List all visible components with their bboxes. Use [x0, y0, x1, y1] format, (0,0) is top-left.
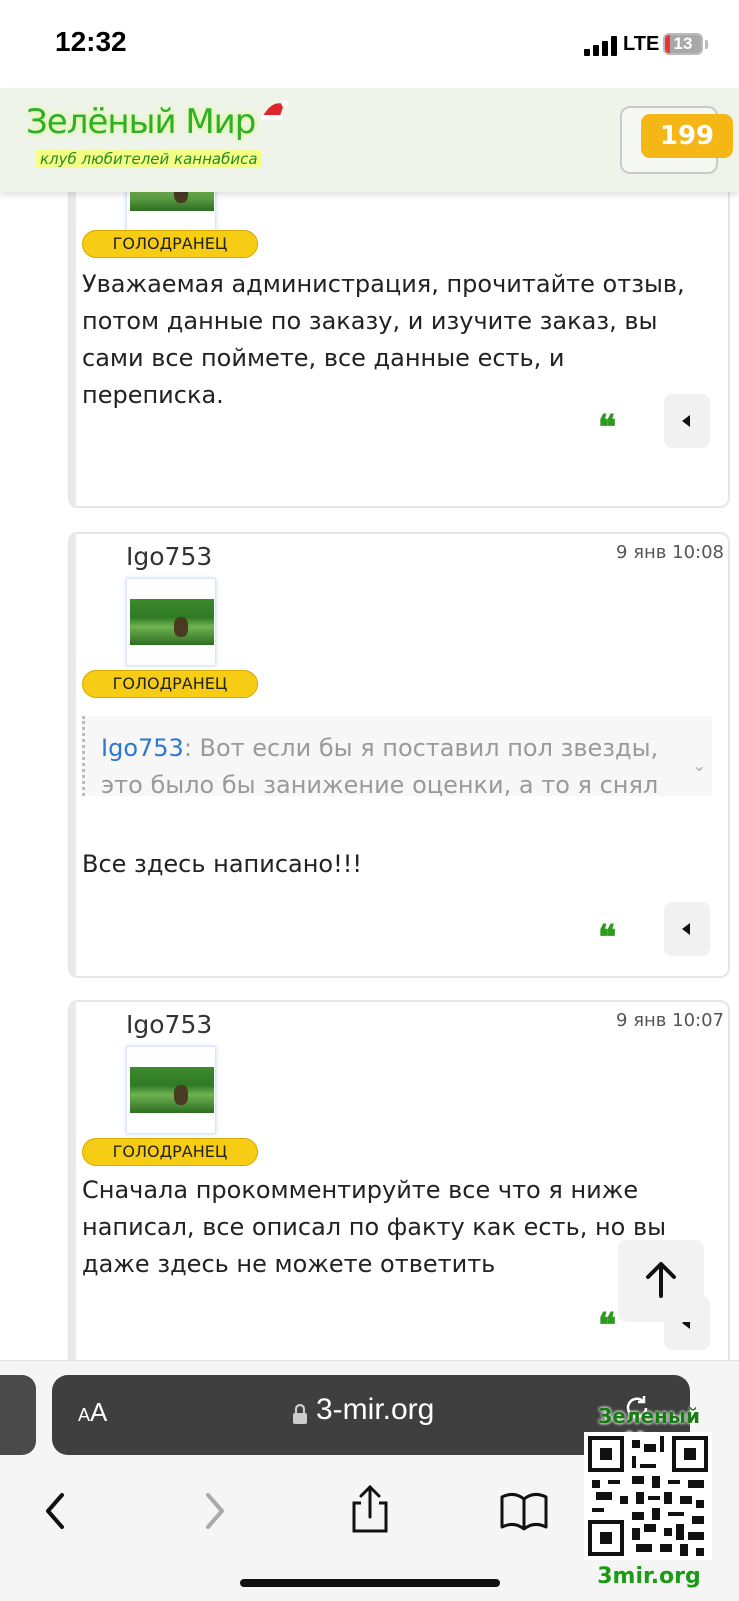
bookmarks-icon[interactable]	[494, 1481, 554, 1541]
logo-subtitle: клуб любителей каннабиса	[36, 150, 262, 168]
comment-text: Уважаемая администрация, прочитайте отзы…	[82, 270, 685, 409]
reader-text-size-button[interactable]: AA	[78, 1397, 107, 1428]
status-time: 12:32	[55, 26, 127, 57]
share-icon[interactable]	[340, 1481, 400, 1541]
home-indicator	[240, 1579, 500, 1587]
url-text: 3-mir.org	[316, 1393, 435, 1426]
notification-counter[interactable]: 199	[641, 114, 733, 158]
status-bar: 12:32 LTE 13	[0, 0, 739, 88]
more-actions-button[interactable]	[664, 902, 710, 956]
comment-author[interactable]: Igo753	[126, 542, 212, 571]
comment-post: ГОЛОДРАНЕЦ Уважаемая администрация, проч…	[68, 192, 730, 508]
comment-date: 9 янв 10:07	[616, 1010, 724, 1031]
santa-hat-icon	[261, 100, 289, 120]
qr-code-icon	[584, 1432, 712, 1560]
comment-author[interactable]: Igo753	[126, 1010, 212, 1039]
user-rank-badge: ГОЛОДРАНЕЦ	[82, 230, 258, 258]
back-icon[interactable]	[28, 1481, 88, 1541]
quote-author[interactable]: Igo753	[101, 734, 184, 762]
lock-icon	[293, 1403, 307, 1424]
watermark-site: 3mir.org	[597, 1564, 701, 1589]
user-rank-badge: ГОЛОДРАНЕЦ	[82, 670, 258, 698]
site-header: Зелёный Мир клуб любителей каннабиса 199	[0, 88, 739, 192]
arrow-up-icon	[646, 1262, 676, 1298]
quote-button[interactable]: ❝	[598, 918, 628, 958]
forward-icon[interactable]	[184, 1481, 244, 1541]
comment-text: Все здесь написано!!!	[82, 850, 362, 878]
battery-level: 13	[665, 35, 701, 53]
comment-date: 9 янв 10:08	[616, 542, 724, 563]
comment-feed[interactable]: ГОЛОДРАНЕЦ Уважаемая администрация, проч…	[0, 192, 739, 1360]
quoted-message[interactable]: Igo753: Вот если бы я поставил пол звезд…	[82, 716, 712, 796]
watermark: Зеленый Мир 3mir.org	[574, 1404, 724, 1594]
quote-text: : Вот если бы я поставил пол звезды, это…	[101, 734, 659, 796]
avatar[interactable]	[126, 578, 216, 666]
site-logo[interactable]: Зелёный Мир клуб любителей каннабиса	[24, 100, 304, 182]
previous-tab[interactable]	[0, 1375, 36, 1455]
network-type: LTE	[623, 33, 660, 55]
quote-button[interactable]: ❝	[598, 408, 628, 448]
more-actions-button[interactable]	[664, 394, 710, 448]
chevron-down-icon[interactable]: ⌄	[693, 756, 706, 775]
cellular-signal-icon	[584, 36, 618, 56]
logo-title: Зелёный Мир	[26, 102, 256, 142]
user-rank-badge: ГОЛОДРАНЕЦ	[82, 1138, 258, 1166]
comment-post: Igo753 9 янв 10:08 ГОЛОДРАНЕЦ Igo753: Во…	[68, 532, 730, 978]
scroll-to-top-button[interactable]	[618, 1240, 704, 1322]
battery-icon: 13	[663, 33, 703, 55]
avatar[interactable]	[126, 1046, 216, 1134]
